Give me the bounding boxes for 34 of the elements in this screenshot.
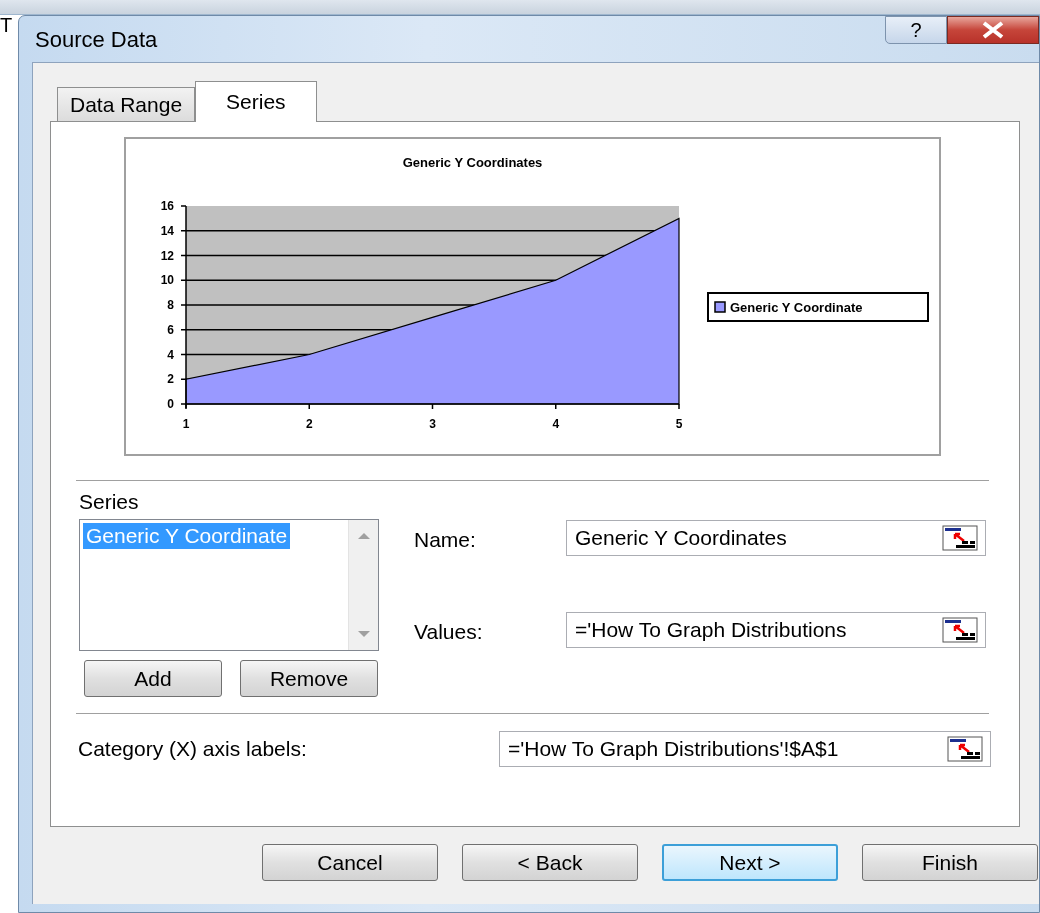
- x-tick-label: 2: [305, 417, 313, 431]
- legend-label: Generic Y Coordinate: [730, 300, 863, 315]
- series-label: Series: [79, 490, 140, 514]
- y-tick-label: 0: [167, 397, 174, 411]
- tab[interactable]: Data Range: [57, 87, 196, 121]
- y-tick-label: 2: [167, 372, 174, 387]
- add-button[interactable]: Add: [84, 660, 222, 697]
- y-tick-label: 14: [160, 223, 174, 238]
- dialog-button[interactable]: Finish: [862, 844, 1038, 881]
- y-tick-label: 16: [160, 199, 174, 213]
- help-button[interactable]: ?: [885, 16, 947, 44]
- close-button[interactable]: [947, 16, 1039, 44]
- window-title: Source Data: [35, 25, 158, 54]
- name-label: Name:: [414, 528, 477, 552]
- x-tick-label: 5: [675, 417, 683, 431]
- close-icon: [980, 21, 1006, 39]
- x-tick-label: 3: [429, 417, 436, 431]
- dialog-button[interactable]: Next >: [662, 844, 838, 881]
- y-tick-label: 8: [167, 298, 174, 312]
- remove-button[interactable]: Remove: [240, 660, 378, 697]
- y-tick-label: 4: [167, 347, 174, 362]
- tab[interactable]: Series: [195, 81, 317, 122]
- dialog-button[interactable]: < Back: [462, 844, 638, 881]
- y-tick-label: 12: [160, 248, 174, 263]
- values-label: Values:: [414, 620, 484, 644]
- legend: Generic Y Coordinate: [707, 292, 929, 322]
- x-tick-label: 4: [552, 417, 560, 431]
- dialog-button[interactable]: Cancel: [262, 844, 438, 881]
- x-tick-label: 1: [182, 417, 190, 431]
- category-label: Category (X) axis labels:: [78, 737, 308, 761]
- y-tick-label: 6: [167, 322, 174, 337]
- background-text: T: [0, 14, 13, 36]
- chart-title: Generic Y Coordinates: [402, 155, 543, 170]
- y-tick-label: 10: [160, 273, 174, 288]
